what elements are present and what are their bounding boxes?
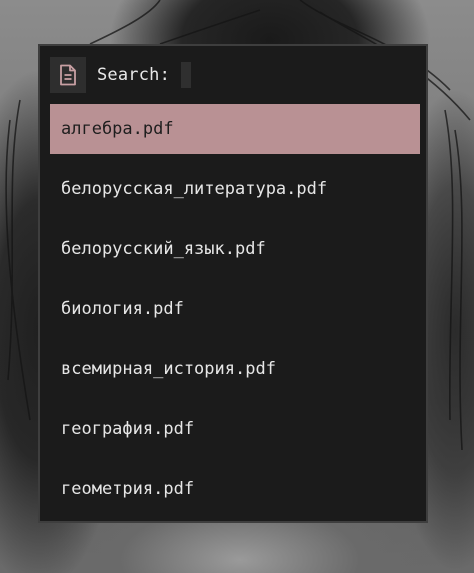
list-item-selected[interactable]: алгебра.pdf — [50, 104, 420, 154]
file-launcher-window: Search: алгебра.pdf белорусская_литератур… — [38, 44, 428, 523]
list-item[interactable]: геометрия.pdf — [50, 464, 420, 514]
list-item[interactable]: биология.pdf — [50, 284, 420, 334]
search-input-cursor[interactable] — [181, 62, 192, 88]
list-item[interactable]: всемирная_история.pdf — [50, 344, 420, 394]
search-bar[interactable]: Search: — [50, 57, 192, 93]
file-list: алгебра.pdf белорусская_литература.pdf бел… — [50, 104, 420, 524]
list-item[interactable]: география.pdf — [50, 404, 420, 454]
document-icon — [50, 57, 86, 93]
list-item[interactable]: белорусский_язык.pdf — [50, 224, 420, 274]
list-item[interactable]: белорусская_литература.pdf — [50, 164, 420, 214]
search-label: Search: — [97, 65, 171, 85]
